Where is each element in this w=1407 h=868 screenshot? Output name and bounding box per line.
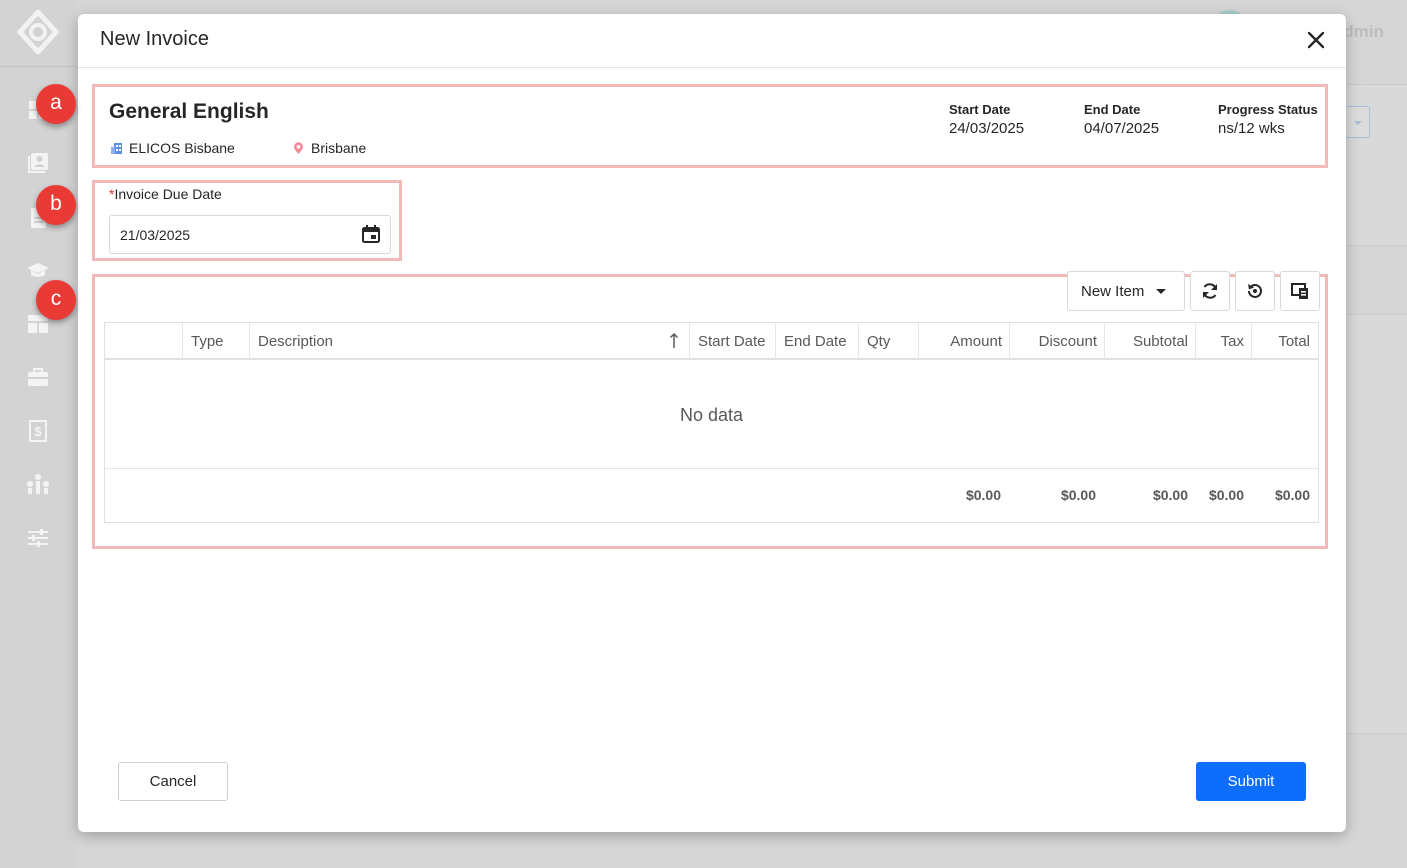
sidebar: $	[0, 0, 77, 868]
sidebar-divider	[0, 66, 77, 67]
course-location: Brisbane	[292, 140, 366, 156]
sidebar-item-contacts[interactable]	[24, 149, 52, 177]
reset-button[interactable]	[1235, 271, 1275, 311]
briefcase-icon	[28, 368, 48, 386]
refresh-icon	[1203, 283, 1217, 299]
table-header: Type Description Start Date End Date Qty…	[105, 323, 1318, 360]
invoice-due-date-label: *Invoice Due Date	[109, 186, 222, 202]
total-total: $0.00	[1274, 487, 1310, 503]
column-header-qty[interactable]: Qty	[858, 323, 919, 360]
total-tax: $0.00	[1208, 487, 1244, 503]
svg-text:$: $	[34, 424, 42, 439]
column-header-total[interactable]: Total	[1251, 323, 1318, 360]
network-icon	[27, 474, 49, 494]
invoice-icon: $	[29, 420, 47, 442]
start-date-label: Start Date	[949, 102, 1011, 117]
column-header-start-date[interactable]: Start Date	[689, 323, 776, 360]
start-date-value: 24/03/2025	[949, 120, 1025, 137]
callout-badge-a: a	[36, 84, 76, 124]
progress-status-label: Progress Status	[1218, 102, 1318, 117]
sidebar-item-invoices[interactable]: $	[24, 417, 52, 445]
total-subtotal: $0.00	[1152, 487, 1188, 503]
location-name: Brisbane	[311, 140, 367, 156]
callout-badge-b: b	[36, 185, 76, 225]
empty-state-text: No data	[105, 361, 1318, 469]
chevron-down-icon	[1156, 289, 1166, 294]
course-name: General English	[109, 100, 269, 123]
column-header-tax[interactable]: Tax	[1195, 323, 1252, 360]
logo-icon[interactable]	[16, 10, 60, 54]
background-select	[1345, 106, 1370, 138]
modal-title: New Invoice	[100, 28, 209, 50]
calendar-icon[interactable]	[361, 224, 381, 244]
end-date-label: End Date	[1084, 102, 1141, 117]
column-header-end-date[interactable]: End Date	[775, 323, 859, 360]
column-header-type[interactable]: Type	[182, 323, 250, 360]
start-date-info: Start Date 24/03/2025	[949, 102, 1024, 137]
progress-status-info: Progress Status ns/12 wks	[1218, 102, 1318, 137]
callout-badge-c: c	[36, 280, 76, 320]
columns-icon	[1291, 283, 1308, 299]
due-date-label-text: Invoice Due Date	[114, 186, 222, 202]
total-amount: $0.00	[965, 487, 1001, 503]
settings-sliders-icon	[28, 529, 48, 547]
progress-status-value: ns/12 wks	[1218, 120, 1285, 137]
invoice-items-table: Type Description Start Date End Date Qty…	[104, 322, 1319, 523]
course-provider: ELICOS Bisbane	[110, 140, 235, 156]
refresh-button[interactable]	[1190, 271, 1230, 311]
column-header-subtotal[interactable]: Subtotal	[1104, 323, 1196, 360]
total-discount: $0.00	[1060, 487, 1096, 503]
new-item-label: New Item	[1081, 282, 1145, 300]
building-icon	[111, 142, 122, 154]
sidebar-item-settings[interactable]	[24, 524, 52, 552]
invoice-due-date-input[interactable]	[109, 215, 391, 254]
column-header-description[interactable]: Description	[249, 323, 690, 360]
location-pin-icon	[294, 141, 303, 154]
columns-button[interactable]	[1280, 271, 1320, 311]
reset-icon	[1248, 283, 1262, 298]
column-header-select	[105, 323, 183, 360]
provider-name: ELICOS Bisbane	[129, 140, 235, 156]
modal-header: New Invoice	[78, 14, 1346, 68]
column-header-amount[interactable]: Amount	[918, 323, 1010, 360]
new-item-dropdown[interactable]: New Item	[1067, 271, 1185, 311]
graduation-cap-icon	[27, 263, 49, 277]
cancel-button[interactable]: Cancel	[118, 762, 228, 801]
contacts-icon	[28, 153, 48, 173]
sidebar-item-jobs[interactable]	[24, 363, 52, 391]
new-invoice-modal: New Invoice General English ELICOS Bisba…	[78, 14, 1346, 832]
end-date-value: 04/07/2025	[1084, 120, 1160, 137]
end-date-info: End Date 04/07/2025	[1084, 102, 1159, 137]
close-icon[interactable]	[1303, 27, 1329, 53]
sidebar-item-network[interactable]	[24, 470, 52, 498]
column-header-discount[interactable]: Discount	[1009, 323, 1105, 360]
submit-button[interactable]: Submit	[1196, 762, 1306, 801]
sort-ascending-icon[interactable]	[668, 332, 680, 350]
